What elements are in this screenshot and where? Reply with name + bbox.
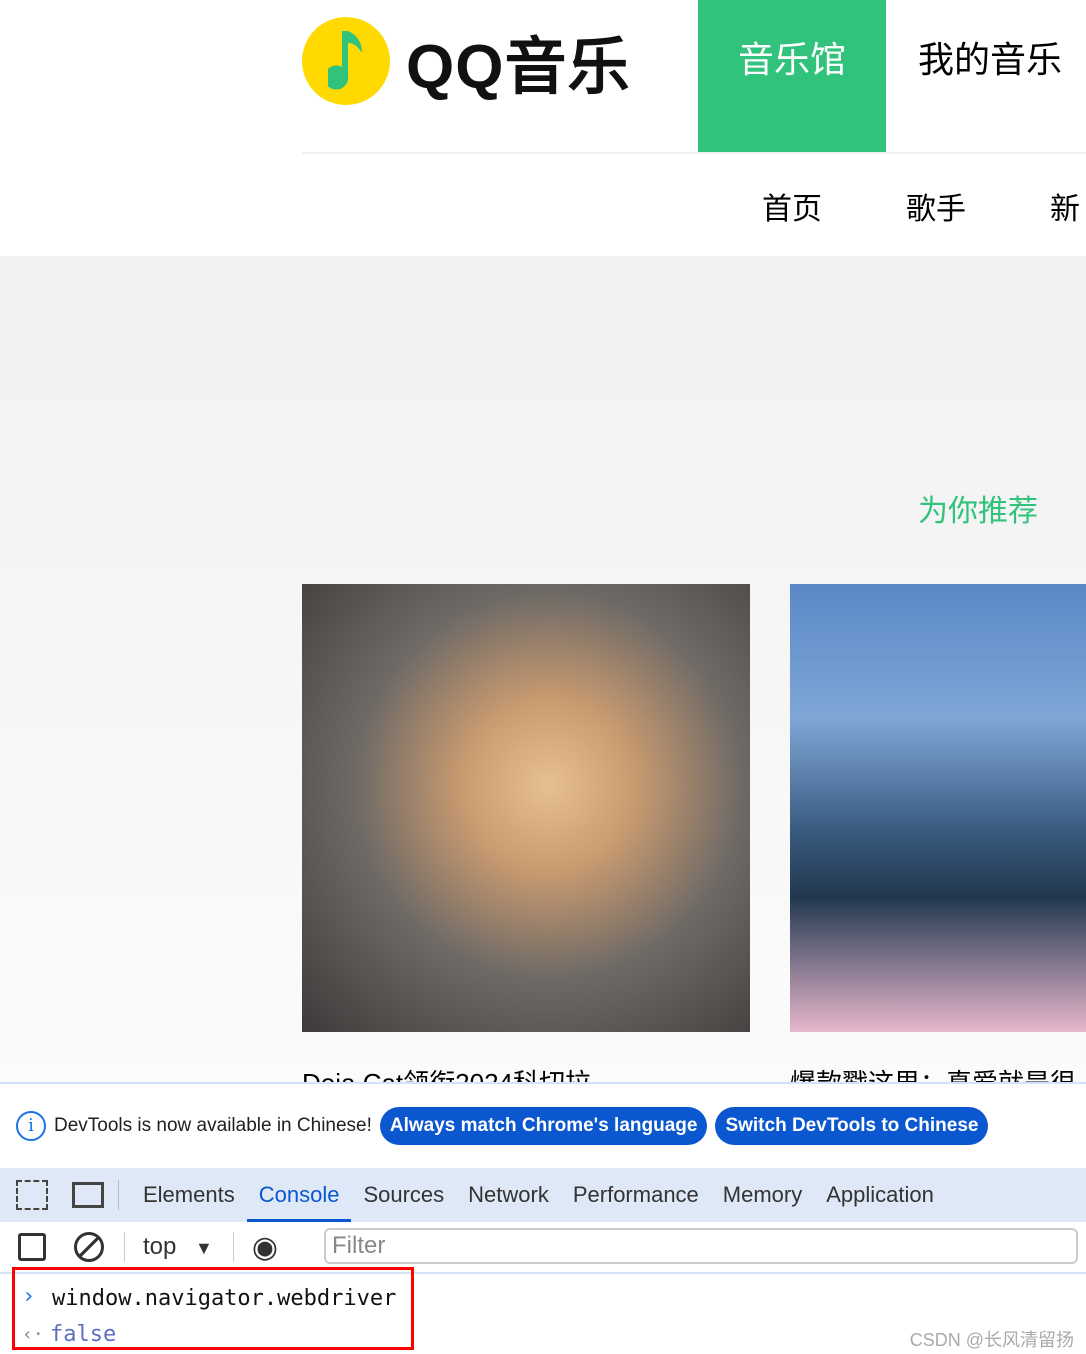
dropdown-arrow-icon: ▼ [195, 1238, 213, 1258]
live-expression-eye-icon[interactable]: ◉ [252, 1230, 278, 1265]
devtools-language-notice: i DevTools is now available in Chinese! … [0, 1082, 1086, 1168]
logo-text: QQ音乐 [406, 33, 631, 102]
sidebar-toggle-icon[interactable] [18, 1233, 46, 1261]
subnav-new[interactable]: 新 [1050, 184, 1080, 228]
qq-music-logo[interactable]: QQ音乐 [302, 16, 630, 106]
tab-memory[interactable]: Memory [711, 1168, 814, 1222]
tab-application[interactable]: Application [814, 1168, 946, 1222]
nav-my-music[interactable]: 我的音乐 [886, 0, 1062, 152]
device-toolbar-icon[interactable] [72, 1182, 104, 1208]
tab-elements[interactable]: Elements [131, 1168, 247, 1222]
separator [124, 1232, 125, 1262]
main-content: 为你推荐 Doja Cat领衔2024科切拉 爆款戳这里：真爱就是很 [0, 256, 1086, 1098]
tab-network[interactable]: Network [456, 1168, 561, 1222]
tab-performance[interactable]: Performance [561, 1168, 711, 1222]
divider [302, 152, 1086, 154]
info-icon: i [16, 1111, 46, 1141]
highlight-box [12, 1267, 414, 1350]
playlist-cover-2[interactable] [790, 584, 1086, 1032]
notice-text: DevTools is now available in Chinese! [54, 1115, 372, 1136]
switch-language-button[interactable]: Switch DevTools to Chinese [715, 1107, 989, 1145]
tab-console[interactable]: Console [246, 1168, 352, 1222]
inspect-element-icon[interactable] [16, 1180, 48, 1210]
devtools-tabbar: Elements Console Sources Network Perform… [0, 1168, 1086, 1222]
match-language-button[interactable]: Always match Chrome's language [379, 1107, 708, 1145]
separator [118, 1180, 119, 1210]
context-selector[interactable]: top ▼ [143, 1233, 213, 1261]
context-value: top [143, 1233, 177, 1260]
section-title: 为你推荐 [918, 495, 1038, 528]
tab-sources[interactable]: Sources [351, 1168, 456, 1222]
nav-music-hall[interactable]: 音乐馆 [698, 0, 887, 152]
clear-console-icon[interactable] [74, 1232, 104, 1262]
watermark: CSDN @长风清留扬 [909, 1330, 1074, 1350]
filter-input[interactable]: Filter [324, 1228, 1078, 1264]
playlist-cover-1[interactable] [302, 584, 750, 1032]
subnav-home[interactable]: 首页 [762, 184, 822, 228]
subnav-singers[interactable]: 歌手 [906, 184, 966, 228]
logo-icon [302, 17, 390, 105]
site-header: QQ音乐 音乐馆 我的音乐 首页 歌手 新 [0, 0, 1086, 256]
separator [232, 1232, 234, 1262]
